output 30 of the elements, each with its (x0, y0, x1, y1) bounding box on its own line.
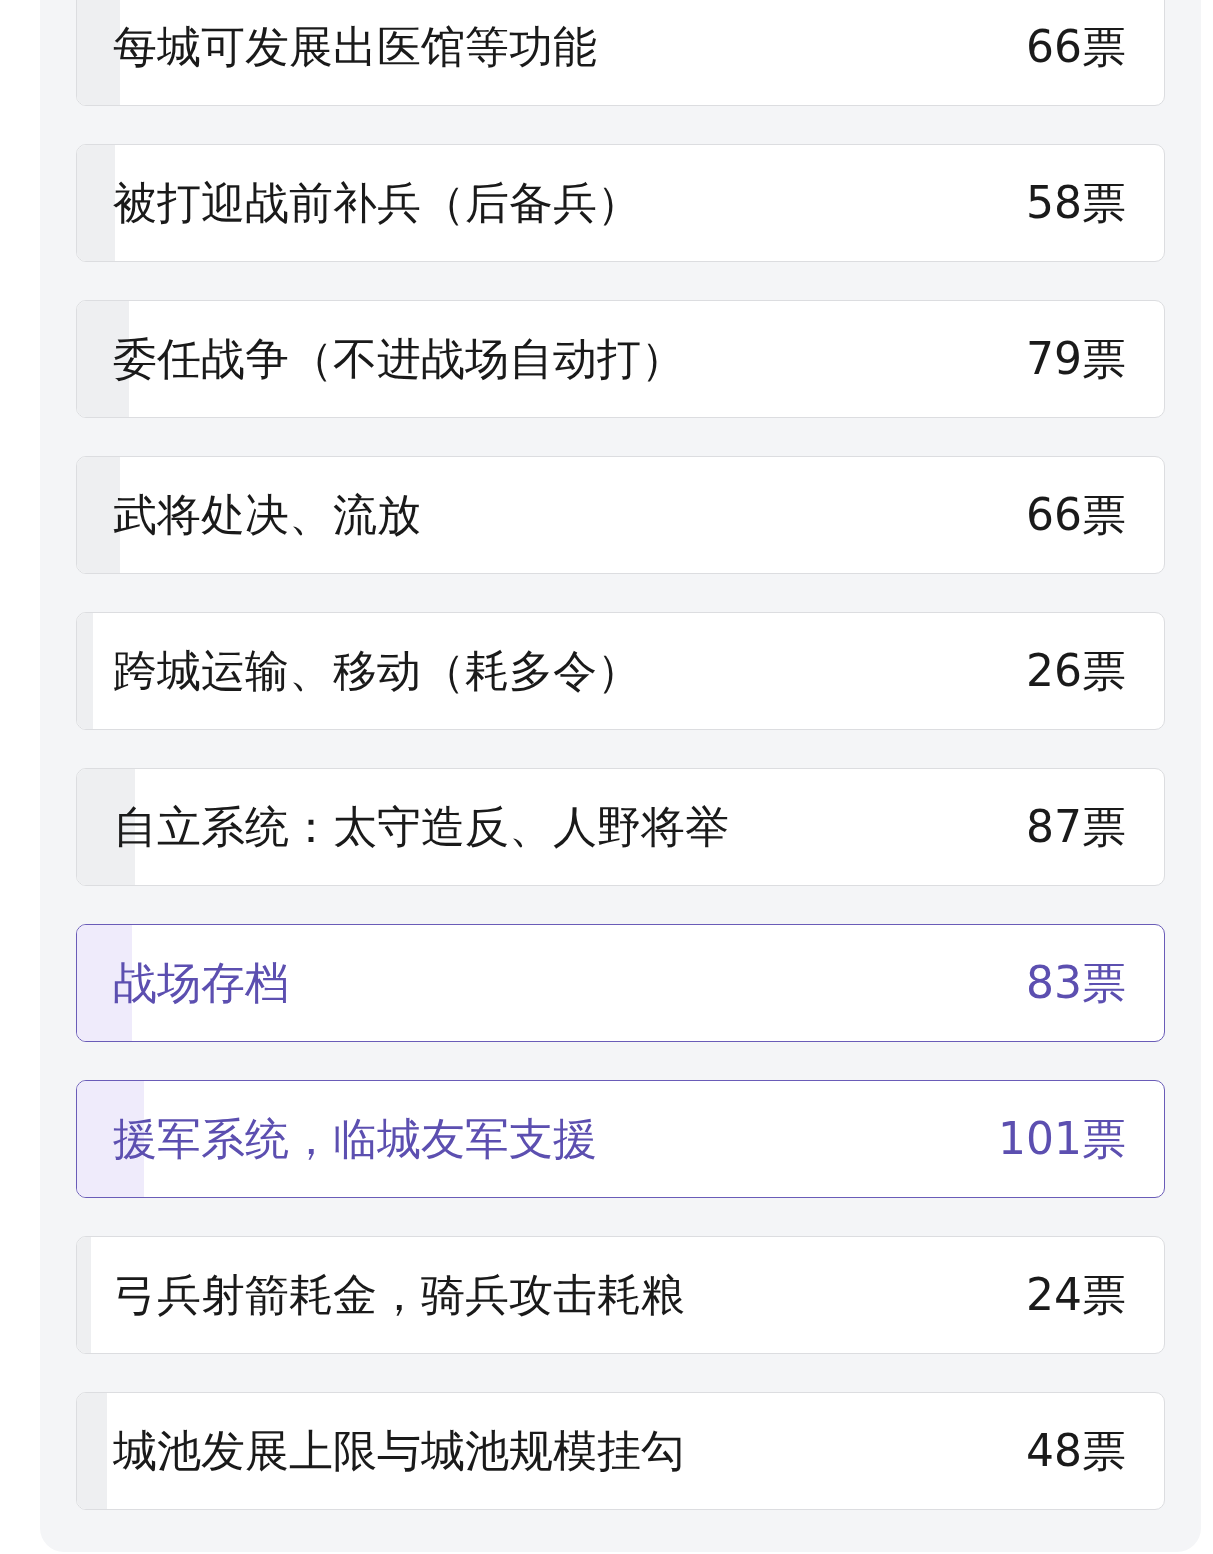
vote-count: 83票 (1026, 955, 1126, 1010)
option-label: 被打迎战前补兵（后备兵） (113, 175, 641, 230)
option-label: 每城可发展出医馆等功能 (113, 19, 597, 74)
option-label: 委任战争（不进战场自动打） (113, 331, 685, 386)
vote-count: 101票 (998, 1111, 1126, 1166)
vote-count: 66票 (1026, 487, 1126, 542)
poll-option[interactable]: 委任战争（不进战场自动打） 79票 (76, 300, 1165, 418)
vote-count: 87票 (1026, 799, 1126, 854)
poll-option[interactable]: 被打迎战前补兵（后备兵） 58票 (76, 144, 1165, 262)
poll-option[interactable]: 武将处决、流放 66票 (76, 456, 1165, 574)
option-label: 自立系统：太守造反、人野将举 (113, 799, 729, 854)
poll-option[interactable]: 自立系统：太守造反、人野将举 87票 (76, 768, 1165, 886)
poll-option[interactable]: 弓兵射箭耗金，骑兵攻击耗粮 24票 (76, 1236, 1165, 1354)
poll-option[interactable]: 城池发展上限与城池规模挂勾 48票 (76, 1392, 1165, 1510)
poll-option[interactable]: 跨城运输、移动（耗多令） 26票 (76, 612, 1165, 730)
vote-count: 66票 (1026, 19, 1126, 74)
option-label: 援军系统，临城友军支援 (113, 1111, 597, 1166)
option-label: 武将处决、流放 (113, 487, 421, 542)
vote-count: 79票 (1026, 331, 1126, 386)
option-label: 跨城运输、移动（耗多令） (113, 643, 641, 698)
poll-option[interactable]: 战场存档 83票 (76, 924, 1165, 1042)
option-label: 弓兵射箭耗金，骑兵攻击耗粮 (113, 1267, 685, 1322)
vote-count: 58票 (1026, 175, 1126, 230)
vote-count: 48票 (1026, 1423, 1126, 1478)
poll-option[interactable]: 援军系统，临城友军支援 101票 (76, 1080, 1165, 1198)
option-label: 战场存档 (113, 955, 289, 1010)
option-label: 城池发展上限与城池规模挂勾 (113, 1423, 685, 1478)
vote-count: 26票 (1026, 643, 1126, 698)
poll-option[interactable]: 每城可发展出医馆等功能 66票 (76, 0, 1165, 106)
vote-count: 24票 (1026, 1267, 1126, 1322)
